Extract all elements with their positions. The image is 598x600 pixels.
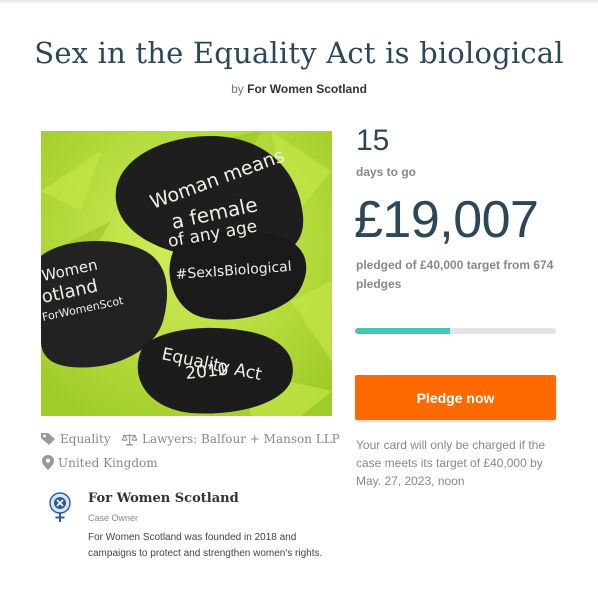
top-shadow (0, 0, 598, 4)
amount-raised: £19,007 (354, 191, 539, 249)
byline-prefix: by (231, 82, 244, 96)
funding-progress-bar (355, 328, 556, 334)
days-label: days to go (356, 165, 417, 179)
lawyers-info: Lawyers: Balfour + Manson LLP (121, 432, 340, 446)
charge-note: Your card will only be charged if the ca… (356, 438, 545, 488)
organizer-link[interactable]: For Women Scotland (247, 82, 367, 96)
category-tag[interactable]: Equality (40, 432, 111, 446)
funding-progress-fill (355, 328, 451, 334)
owner-description: For Women Scotland was founded in 2018 a… (88, 532, 323, 559)
category-label: Equality (60, 432, 111, 446)
pledge-now-button[interactable]: Pledge now (355, 375, 556, 420)
owner-name[interactable]: For Women Scotland (88, 491, 239, 506)
scales-icon (121, 433, 138, 445)
pledged-summary: pledged of £40,000 target from 674 pledg… (356, 258, 554, 291)
owner-role: Case Owner (88, 513, 139, 523)
lawyers-label: Lawyers: Balfour + Manson LLP (142, 432, 340, 446)
hero-image: Woman means a female of any age #SexIsBi… (41, 131, 332, 416)
location-info: United Kingdom (42, 455, 158, 470)
map-pin-icon (42, 455, 54, 470)
byline: by For Women Scotland (0, 82, 598, 96)
tag-icon (41, 433, 55, 445)
owner-avatar[interactable] (48, 492, 72, 524)
location-label: United Kingdom (58, 455, 158, 470)
days-count: 15 (356, 124, 390, 157)
page-title: Sex in the Equality Act is biological (34, 36, 564, 70)
owner-logo-icon (49, 492, 71, 522)
